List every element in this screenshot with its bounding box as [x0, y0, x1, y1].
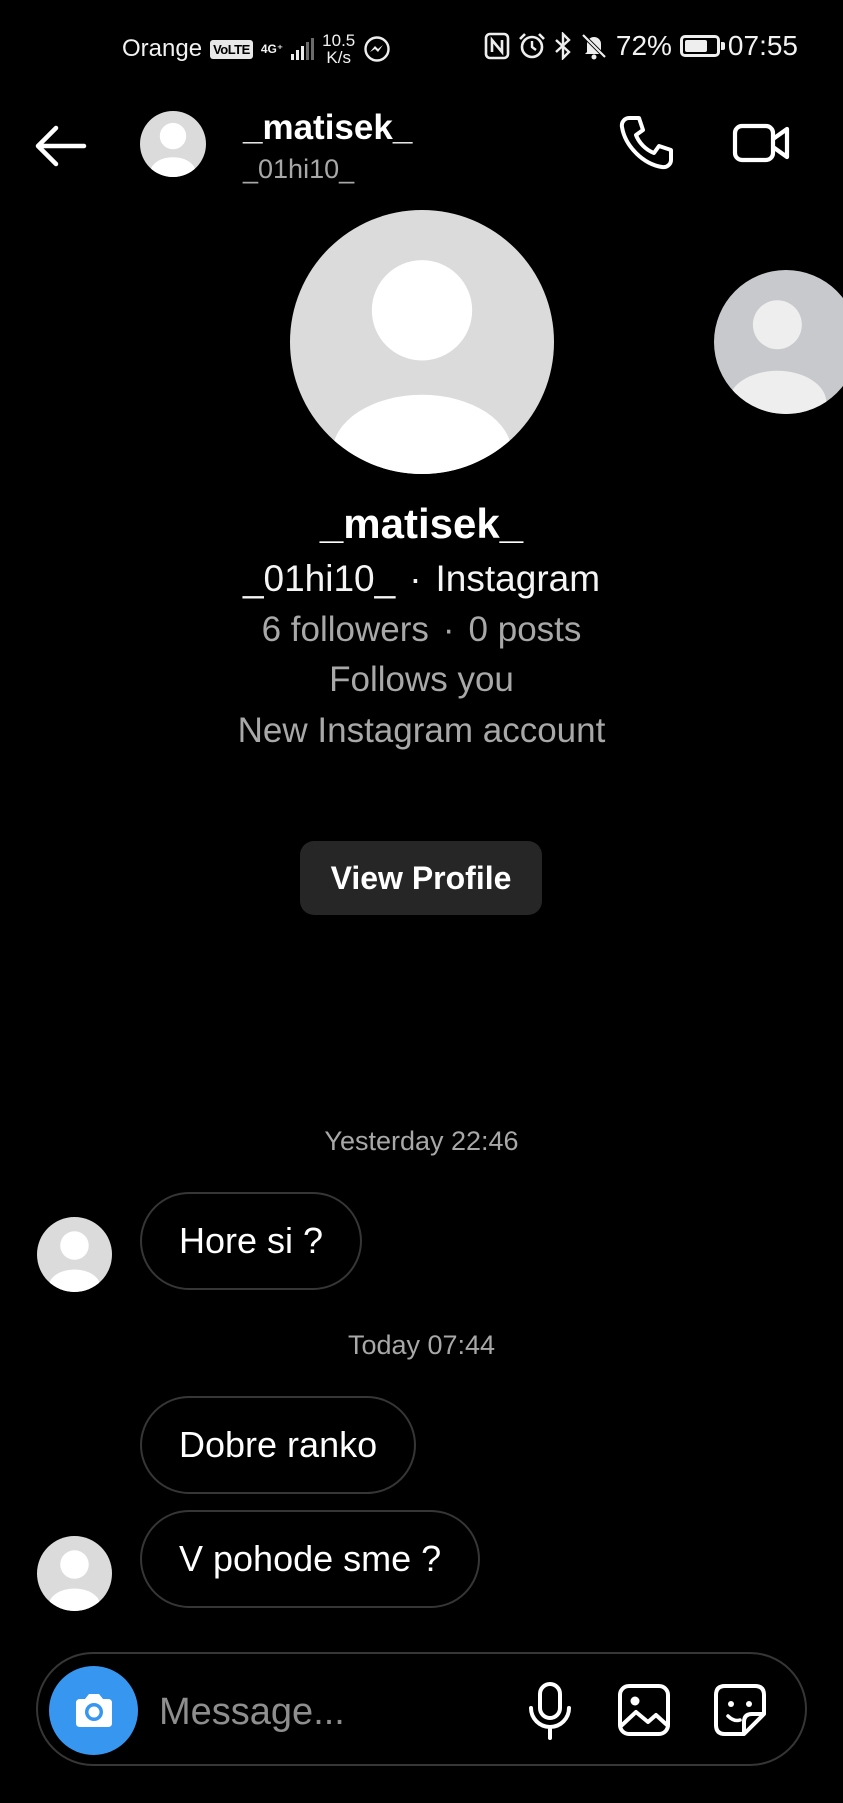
sticker-icon: [710, 1680, 770, 1740]
message-input[interactable]: [157, 1680, 501, 1744]
network-speed: 10.5 K/s: [322, 32, 355, 66]
bluetooth-icon: [554, 32, 572, 60]
network-type: 4G⁺: [260, 42, 284, 56]
sticker-button[interactable]: [710, 1680, 770, 1740]
new-account-label: New Instagram account: [237, 711, 606, 750]
camera-icon: [72, 1691, 116, 1731]
video-call-button[interactable]: [730, 112, 800, 182]
profile-platform: Instagram: [435, 558, 601, 599]
posts-count: 0 posts: [468, 610, 582, 649]
carrier-label: Orange: [122, 35, 203, 62]
separator-dot: ·: [409, 558, 422, 599]
gallery-icon: [614, 1680, 674, 1740]
camera-button[interactable]: [49, 1666, 138, 1755]
back-button[interactable]: [30, 116, 100, 176]
sender-avatar[interactable]: [37, 1536, 112, 1611]
alarm-icon: [518, 32, 546, 60]
status-right: 72% 07:55: [484, 30, 798, 62]
message-timestamp: Today 07:44: [347, 1330, 496, 1360]
message-bubble[interactable]: Dobre ranko: [140, 1396, 417, 1494]
profile-username: _01hi10_: [242, 558, 396, 599]
header-avatar[interactable]: [140, 111, 206, 177]
follows-you-label: Follows you: [329, 660, 514, 699]
side-avatar: [714, 270, 843, 414]
profile-subtitle: _01hi10_ · Instagram: [0, 558, 843, 600]
clock: 07:55: [727, 30, 798, 61]
call-button[interactable]: [615, 112, 685, 182]
gallery-button[interactable]: [614, 1680, 674, 1740]
message-timestamp: Yesterday 22:46: [324, 1126, 519, 1156]
message-bubble[interactable]: V pohode sme ?: [140, 1510, 481, 1608]
status-bar: Orange VoLTE 4G⁺ 10.5 K/s 72% 07:55: [0, 0, 843, 100]
profile-stats: 6 followers · 0 posts: [0, 610, 843, 650]
sender-avatar[interactable]: [37, 1217, 112, 1292]
microphone-icon: [522, 1680, 578, 1742]
header-username[interactable]: _01hi10_: [243, 154, 354, 185]
phone-icon: [615, 112, 685, 174]
mute-icon: [580, 32, 608, 60]
volte-badge: VoLTE: [210, 39, 253, 59]
battery-percent: 72%: [615, 30, 672, 61]
header-name[interactable]: _matisek_: [243, 108, 412, 148]
message-bubble[interactable]: Hore si ?: [140, 1192, 363, 1290]
status-left: Orange VoLTE 4G⁺ 10.5 K/s: [122, 32, 391, 66]
nfc-icon: [484, 32, 510, 60]
profile-name: _matisek_: [319, 500, 524, 547]
followers-count: 6 followers: [261, 610, 429, 649]
messenger-icon: [363, 35, 391, 63]
back-arrow-icon: [30, 116, 100, 176]
video-camera-icon: [730, 112, 800, 174]
separator-dot: ·: [442, 610, 455, 649]
network-speed-unit: K/s: [326, 48, 351, 67]
battery-icon: [679, 35, 725, 57]
battery-fill: [684, 40, 707, 52]
voice-message-button[interactable]: [522, 1680, 578, 1742]
signal-icon: [291, 38, 315, 60]
profile-avatar[interactable]: [290, 210, 554, 474]
view-profile-button[interactable]: View Profile: [300, 841, 542, 915]
